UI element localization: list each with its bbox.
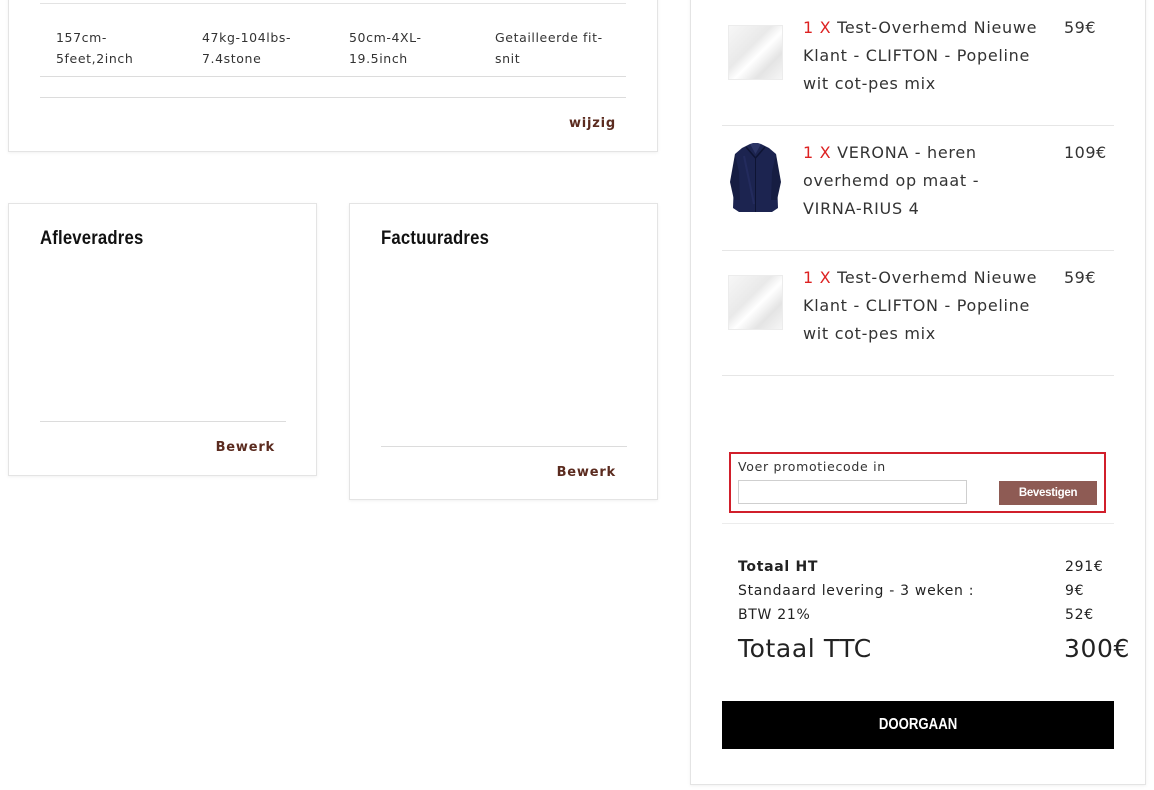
item-price: 59€ [1064, 18, 1097, 37]
edit-delivery-link[interactable]: Bewerk [216, 440, 275, 455]
total-value: 300€ [1064, 634, 1131, 663]
shipping-label: Standaard levering - 3 weken : [738, 583, 975, 599]
product-thumbnail[interactable] [728, 25, 783, 80]
item-quantity: 1 X [803, 143, 832, 162]
item-price: 109€ [1064, 143, 1107, 162]
product-thumbnail[interactable] [728, 143, 783, 212]
promo-code-box: Voer promotiecode in Bevestigen [729, 452, 1106, 513]
vat-label: BTW 21% [738, 607, 811, 623]
subtotal-value: 291€ [1065, 559, 1104, 575]
edit-measurements-link[interactable]: wijzig [569, 116, 616, 131]
promo-code-input[interactable] [738, 480, 967, 504]
item-quantity: 1 X [803, 268, 832, 287]
billing-address-title: Factuuradres [381, 228, 490, 249]
divider [722, 523, 1114, 524]
item-description: 1 X Test-Overhemd Nieuwe Klant - CLIFTON… [803, 264, 1038, 348]
proceed-button[interactable]: DOORGAAN [722, 701, 1114, 749]
confirm-promo-button[interactable]: Bevestigen [999, 481, 1097, 505]
delivery-address-panel: Afleveradres Bewerk [8, 203, 317, 476]
proceed-button-label: DOORGAAN [878, 716, 958, 733]
cart-item: 1 X Test-Overhemd Nieuwe Klant - CLIFTON… [722, 0, 1114, 126]
edit-billing-link[interactable]: Bewerk [557, 465, 616, 480]
subtotal-label: Totaal HT [738, 559, 819, 575]
divider [40, 421, 286, 422]
item-name: Test-Overhemd Nieuwe Klant - CLIFTON - P… [803, 268, 1038, 343]
vat-value: 52€ [1065, 607, 1094, 623]
shipping-value: 9€ [1065, 583, 1085, 599]
cart-item: 1 X VERONA - heren overhemd op maat - VI… [722, 125, 1114, 251]
navy-shirt-icon [730, 143, 781, 212]
measurements-row: 157cm- 5feet,2inch 47kg-104lbs- 7.4stone… [40, 3, 626, 77]
divider [381, 446, 627, 447]
measurements-panel: 157cm- 5feet,2inch 47kg-104lbs- 7.4stone… [8, 0, 658, 152]
weight-value: 47kg-104lbs- 7.4stone [202, 30, 292, 66]
product-thumbnail[interactable] [728, 275, 783, 330]
item-name: Test-Overhemd Nieuwe Klant - CLIFTON - P… [803, 18, 1038, 93]
promo-code-label: Voer promotiecode in [738, 459, 886, 474]
row-divider [40, 76, 626, 77]
delivery-address-title: Afleveradres [40, 228, 144, 249]
item-description: 1 X Test-Overhemd Nieuwe Klant - CLIFTON… [803, 14, 1038, 98]
fit-value: Getailleerde fit- snit [495, 30, 603, 66]
item-description: 1 X VERONA - heren overhemd op maat - VI… [803, 139, 1038, 223]
order-summary-panel: 1 X Test-Overhemd Nieuwe Klant - CLIFTON… [690, 0, 1146, 785]
cart-item: 1 X Test-Overhemd Nieuwe Klant - CLIFTON… [722, 250, 1114, 376]
item-quantity: 1 X [803, 18, 832, 37]
section-divider [40, 97, 626, 98]
item-price: 59€ [1064, 268, 1097, 287]
total-label: Totaal TTC [738, 634, 872, 663]
billing-address-panel: Factuuradres Bewerk [349, 203, 658, 500]
collar-size-value: 50cm-4XL- 19.5inch [349, 30, 422, 66]
height-value: 157cm- 5feet,2inch [56, 30, 134, 66]
